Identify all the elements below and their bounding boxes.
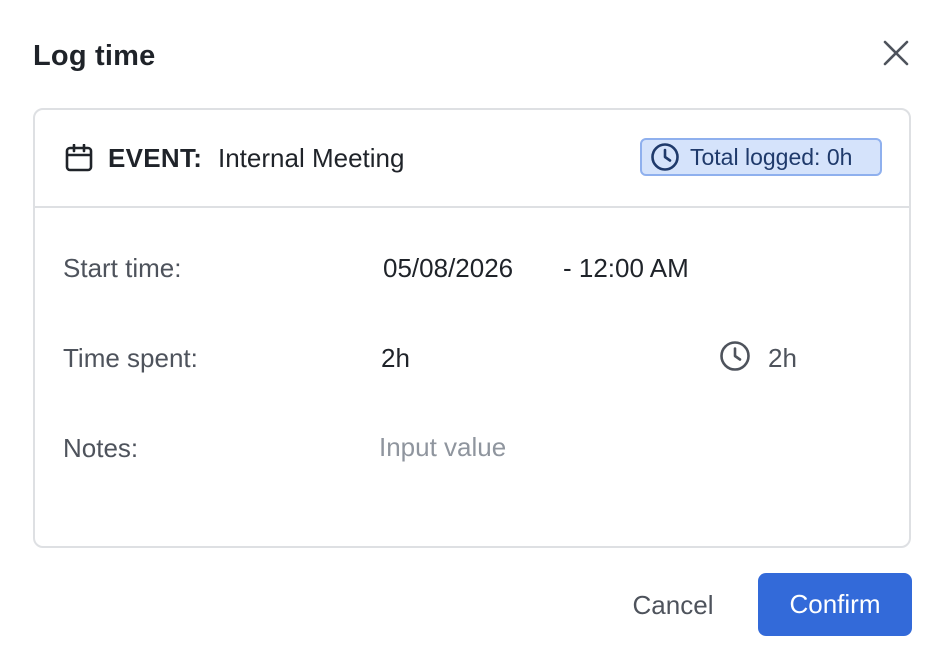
confirm-button[interactable]: Confirm [758,573,912,636]
close-button[interactable] [876,33,916,73]
clock-icon [719,340,751,372]
event-name: Internal Meeting [218,143,405,173]
dialog-title: Log time [33,40,156,72]
time-spent-display: 2h [768,343,797,373]
event-type-label: EVENT: [108,143,203,173]
start-time-label: Start time: [63,253,182,283]
event-header: EVENT: Internal Meeting Total logged: 0h [35,110,909,208]
calendar-icon [65,144,93,172]
time-log-card: EVENT: Internal Meeting Total logged: 0h… [33,108,911,548]
start-date-picker[interactable]: 05/08/2026 [383,253,513,284]
notes-label: Notes: [63,433,139,463]
time-spent-input[interactable]: 2h [381,343,410,374]
time-spent-label: Time spent: [63,343,198,373]
total-logged-text: Total logged: 0h [690,143,853,170]
cancel-button[interactable]: Cancel [612,574,734,636]
clock-icon [650,142,680,172]
notes-input[interactable] [379,426,859,468]
close-icon [883,40,909,66]
start-time-picker[interactable]: - 12:00 AM [563,253,689,284]
log-time-dialog: Log time EVENT: Internal Meeting Total l… [0,0,949,670]
total-logged-badge: Total logged: 0h [640,138,882,176]
